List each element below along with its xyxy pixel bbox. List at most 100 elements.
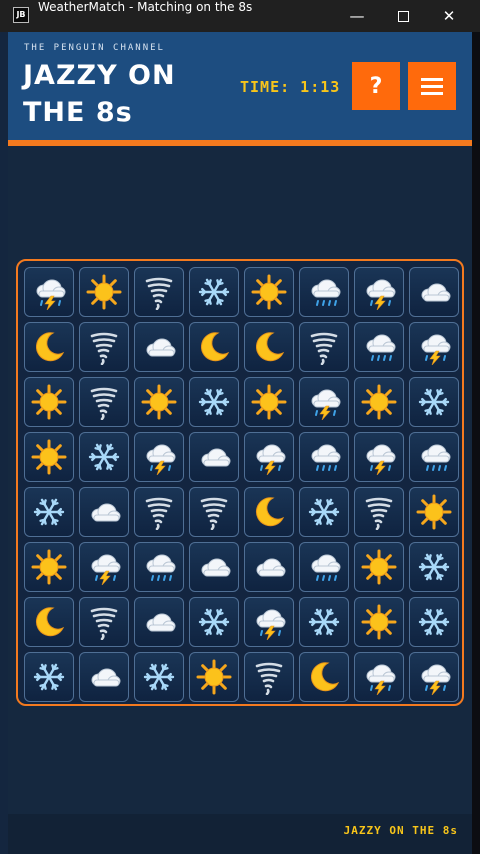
snow-icon <box>33 498 65 526</box>
snow-icon <box>33 663 65 691</box>
tile-moon[interactable] <box>244 487 294 537</box>
tile-sun[interactable] <box>354 542 404 592</box>
tile-sun[interactable] <box>354 597 404 647</box>
maximize-icon <box>397 10 409 22</box>
game-header: THE PENGUIN CHANNEL JAZZY ON THE 8s TIME… <box>8 32 472 140</box>
tile-sun[interactable] <box>244 267 294 317</box>
tile-snow[interactable] <box>189 597 239 647</box>
tile-cloud[interactable] <box>244 542 294 592</box>
tile-storm[interactable] <box>79 542 129 592</box>
window-title: WeatherMatch - Matching on the 8s <box>38 0 253 14</box>
tile-moon[interactable] <box>189 322 239 372</box>
tile-snow[interactable] <box>24 487 74 537</box>
moon-icon <box>35 607 65 637</box>
tornado-icon <box>145 497 173 530</box>
tile-rain[interactable] <box>134 542 184 592</box>
snow-icon <box>88 443 120 471</box>
cloud-icon <box>91 668 121 687</box>
tile-snow[interactable] <box>409 377 459 427</box>
tile-storm[interactable] <box>354 432 404 482</box>
tile-tornado[interactable] <box>134 267 184 317</box>
sun-icon <box>141 384 177 420</box>
tile-storm[interactable] <box>354 267 404 317</box>
cloud-icon <box>256 558 286 577</box>
tile-sun[interactable] <box>189 652 239 702</box>
storm-icon <box>366 279 396 310</box>
tile-moon[interactable] <box>24 597 74 647</box>
tile-moon[interactable] <box>299 652 349 702</box>
tile-storm[interactable] <box>409 652 459 702</box>
cloud-icon <box>201 558 231 577</box>
snow-icon <box>143 663 175 691</box>
tile-moon[interactable] <box>24 322 74 372</box>
sun-icon <box>31 549 67 585</box>
tile-tornado[interactable] <box>79 597 129 647</box>
storm-icon <box>36 279 66 310</box>
tile-sun[interactable] <box>244 377 294 427</box>
tile-cloud[interactable] <box>134 597 184 647</box>
tile-rain[interactable] <box>299 432 349 482</box>
tile-sun[interactable] <box>79 267 129 317</box>
tile-snow[interactable] <box>24 652 74 702</box>
tile-storm[interactable] <box>354 652 404 702</box>
tile-tornado[interactable] <box>299 322 349 372</box>
tile-storm[interactable] <box>409 322 459 372</box>
tile-snow[interactable] <box>189 377 239 427</box>
tile-snow[interactable] <box>299 597 349 647</box>
tile-tornado[interactable] <box>79 322 129 372</box>
tile-cloud[interactable] <box>409 267 459 317</box>
tile-cloud[interactable] <box>189 432 239 482</box>
tile-sun[interactable] <box>24 432 74 482</box>
tile-sun[interactable] <box>24 377 74 427</box>
tile-storm[interactable] <box>134 432 184 482</box>
tile-sun[interactable] <box>24 542 74 592</box>
menu-button[interactable] <box>408 62 456 110</box>
close-button[interactable]: ✕ <box>426 0 472 32</box>
snow-icon <box>308 608 340 636</box>
tile-cloud[interactable] <box>189 542 239 592</box>
rain-icon <box>146 554 176 581</box>
tile-rain[interactable] <box>299 267 349 317</box>
sun-icon <box>361 549 397 585</box>
footer: JAZZY ON THE 8s <box>8 814 472 854</box>
tile-snow[interactable] <box>299 487 349 537</box>
tile-cloud[interactable] <box>134 322 184 372</box>
tile-rain[interactable] <box>409 432 459 482</box>
tile-tornado[interactable] <box>244 652 294 702</box>
tornado-icon <box>255 662 283 695</box>
maximize-button[interactable] <box>380 0 426 32</box>
tornado-icon <box>90 332 118 365</box>
tile-moon[interactable] <box>244 322 294 372</box>
tile-storm[interactable] <box>299 377 349 427</box>
tile-snow[interactable] <box>409 597 459 647</box>
tile-storm[interactable] <box>244 597 294 647</box>
tile-storm[interactable] <box>244 432 294 482</box>
tile-rain[interactable] <box>299 542 349 592</box>
tile-sun[interactable] <box>354 377 404 427</box>
tile-snow[interactable] <box>79 432 129 482</box>
sun-icon <box>361 604 397 640</box>
tile-rain[interactable] <box>354 322 404 372</box>
moon-icon <box>255 497 285 527</box>
tile-snow[interactable] <box>409 542 459 592</box>
background-window-strip <box>472 32 480 854</box>
tornado-icon <box>365 497 393 530</box>
snow-icon <box>418 388 450 416</box>
tile-snow[interactable] <box>134 652 184 702</box>
menu-icon <box>421 74 443 99</box>
tile-snow[interactable] <box>189 267 239 317</box>
tile-tornado[interactable] <box>79 377 129 427</box>
tile-tornado[interactable] <box>354 487 404 537</box>
snow-icon <box>418 608 450 636</box>
help-button[interactable]: ? <box>352 62 400 110</box>
timer: TIME: 1:13 <box>240 78 341 96</box>
tile-cloud[interactable] <box>79 652 129 702</box>
tile-sun[interactable] <box>409 487 459 537</box>
tile-sun[interactable] <box>134 377 184 427</box>
tile-tornado[interactable] <box>134 487 184 537</box>
tile-storm[interactable] <box>24 267 74 317</box>
minimize-button[interactable]: — <box>334 0 380 32</box>
tile-cloud[interactable] <box>79 487 129 537</box>
sun-icon <box>196 659 232 695</box>
tile-tornado[interactable] <box>189 487 239 537</box>
